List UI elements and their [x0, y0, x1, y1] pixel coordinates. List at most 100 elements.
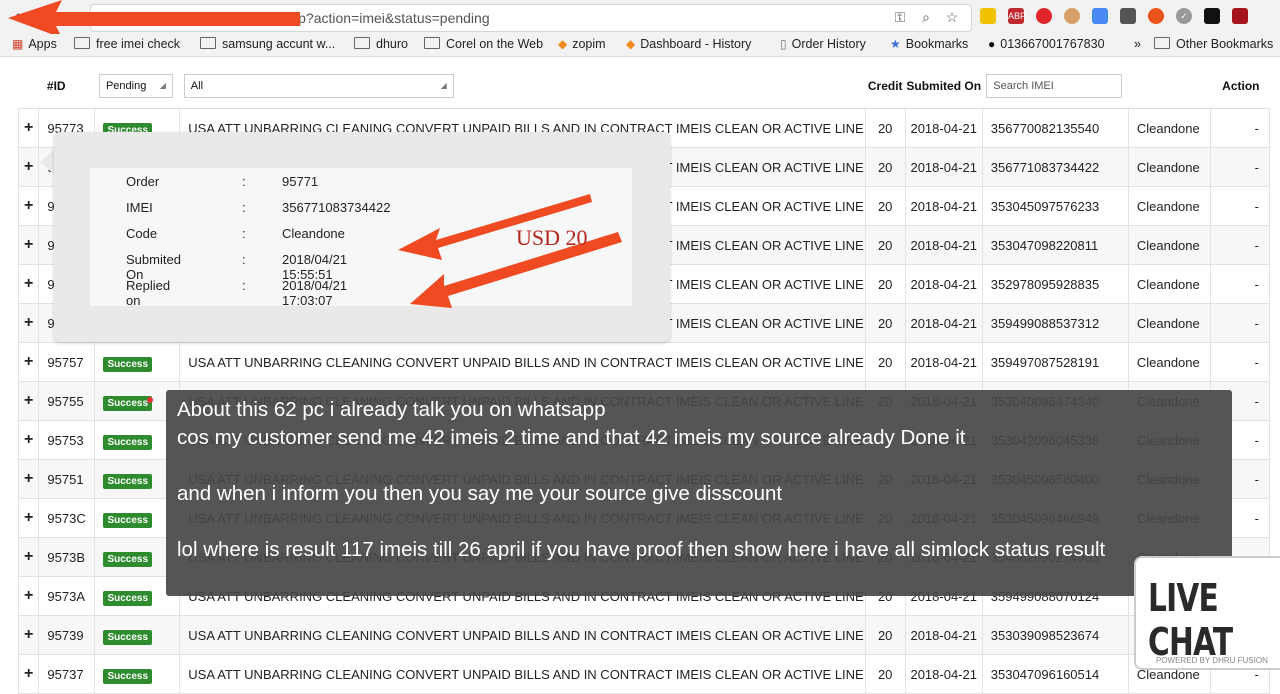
notes-extension-icon[interactable]: [980, 8, 996, 24]
ublock-icon[interactable]: [1232, 8, 1248, 24]
date-cell: 2018-04-21: [904, 108, 983, 148]
table-header-row: #ID Pending ◢ All ◢ Credit Submited On Sea…: [19, 64, 1270, 109]
dropdown-arrow-icon: ◢: [159, 81, 166, 90]
bookmark-folder[interactable]: samsung accunt w...: [200, 37, 335, 51]
imei-cell: 353039098523674: [981, 615, 1129, 655]
folder-icon: [1154, 37, 1170, 49]
red-arrows-annotation: [398, 194, 622, 308]
expand-row-button[interactable]: +: [17, 147, 40, 187]
expand-row-button[interactable]: +: [17, 381, 40, 421]
red-dot-marker: [147, 397, 153, 403]
shield-icon[interactable]: [1204, 8, 1220, 24]
translate-icon[interactable]: [1092, 8, 1108, 24]
page-icon: ▯: [780, 37, 787, 51]
expand-row-button[interactable]: +: [17, 537, 40, 577]
bookmark-link[interactable]: ▯ Order History: [780, 37, 866, 51]
status-badge: Success: [103, 356, 153, 372]
imei-cell: 353045097576233: [981, 186, 1129, 226]
expand-row-button[interactable]: +: [17, 576, 40, 616]
date-cell: 2018-04-21: [904, 147, 983, 187]
expand-row-button[interactable]: +: [17, 264, 40, 304]
bookmark-folder[interactable]: Other Bookmarks: [1154, 37, 1273, 51]
imei-cell: 353047098220811: [981, 225, 1129, 265]
expand-row-button[interactable]: +: [17, 420, 40, 460]
action-cell[interactable]: -: [1209, 342, 1271, 382]
chat-line: lol where is result 117 imeis till 26 ap…: [177, 538, 1106, 561]
folder-icon: [200, 37, 216, 49]
folder-icon: [424, 37, 440, 49]
credit-cell: 20: [864, 264, 906, 304]
powered-by-text: POWERED BY DHRU FUSION: [1156, 656, 1268, 665]
table-row: +95739 Success USA ATT UNBARRING CLEANING …: [17, 615, 1271, 655]
expand-row-button[interactable]: +: [17, 342, 40, 382]
credit-cell: 20: [864, 654, 906, 694]
expand-row-button[interactable]: +: [17, 186, 40, 226]
bookmark-apps[interactable]: ▦ Apps: [12, 37, 57, 51]
code-cell: Cleandone: [1127, 225, 1211, 265]
status-badge: Success: [103, 668, 153, 684]
live-chat-widget[interactable]: LIVE CHAT POWERED BY DHRU FUSION: [1134, 556, 1280, 670]
opera-icon[interactable]: [1036, 8, 1052, 24]
header-submitted: Submited On: [905, 64, 983, 109]
header-id: #ID: [38, 64, 95, 109]
table-row: +95757 Success USA ATT UNBARRING CLEANING …: [17, 342, 1271, 382]
service-name-cell: USA ATT UNBARRING CLEANING CONVERT UNPAI…: [179, 615, 866, 655]
expand-row-button[interactable]: +: [17, 498, 40, 538]
expand-row-button[interactable]: +: [17, 654, 40, 694]
table-row: +95737 Success USA ATT UNBARRING CLEANING …: [17, 654, 1271, 694]
fire-icon[interactable]: [1148, 8, 1164, 24]
cookie-icon[interactable]: [1064, 8, 1080, 24]
bookmark-folder[interactable]: dhuro: [354, 37, 408, 51]
imei-cell: 356770082135540: [981, 108, 1129, 148]
action-cell[interactable]: -: [1209, 186, 1271, 226]
service-filter-select[interactable]: All ◢: [183, 74, 454, 98]
zoom-icon[interactable]: ⌕: [917, 9, 935, 26]
action-cell[interactable]: -: [1209, 303, 1271, 343]
imei-cell: 356771083734422: [981, 147, 1129, 187]
order-id-cell: 9573A: [38, 576, 96, 616]
bookmark-link[interactable]: ● 013667001767830: [988, 37, 1105, 51]
header-action: Action: [1210, 64, 1270, 109]
bookmark-folder[interactable]: free imei check: [74, 37, 180, 51]
expand-row-button[interactable]: +: [17, 108, 40, 148]
action-cell[interactable]: -: [1209, 225, 1271, 265]
check-icon[interactable]: ✓: [1176, 8, 1192, 24]
expand-row-button[interactable]: +: [17, 615, 40, 655]
more-bookmarks-button[interactable]: »: [1134, 37, 1141, 51]
status-badge: Success: [103, 473, 153, 489]
imei-cell: 359497087528191: [981, 342, 1129, 382]
qr-code-icon[interactable]: [1120, 8, 1136, 24]
star-icon[interactable]: ☆: [943, 9, 961, 26]
status-filter-select[interactable]: Pending ◢: [98, 74, 173, 98]
code-cell: Cleandone: [1127, 342, 1211, 382]
order-id-cell: 95751: [38, 459, 96, 499]
code-cell: Cleandone: [1127, 108, 1211, 148]
action-cell[interactable]: -: [1209, 108, 1271, 148]
status-badge: Success: [103, 434, 153, 450]
expand-row-button[interactable]: +: [17, 303, 40, 343]
code-cell: Cleandone: [1127, 186, 1211, 226]
expand-row-button[interactable]: +: [17, 459, 40, 499]
status-cell: Success: [94, 615, 181, 655]
bookmark-link[interactable]: ★ Bookmarks: [890, 37, 968, 51]
credit-cell: 20: [864, 615, 906, 655]
service-name-cell: USA ATT UNBARRING CLEANING CONVERT UNPAI…: [179, 654, 866, 694]
order-id-cell: 95737: [38, 654, 96, 694]
bookmark-link[interactable]: ◆ zopim: [558, 37, 606, 51]
adblock-icon[interactable]: ABP: [1008, 8, 1026, 24]
date-cell: 2018-04-21: [904, 264, 983, 304]
action-cell[interactable]: -: [1209, 264, 1271, 304]
status-badge: Success: [103, 590, 153, 606]
date-cell: 2018-04-21: [904, 654, 983, 694]
bookmark-folder[interactable]: Corel on the Web: [424, 37, 543, 51]
date-cell: 2018-04-21: [904, 303, 983, 343]
search-imei-input[interactable]: Search IMEI: [986, 74, 1123, 98]
credit-cell: 20: [864, 108, 906, 148]
dropdown-arrow-icon: ◢: [440, 81, 447, 90]
imei-cell: 353047096160514: [981, 654, 1129, 694]
credit-cell: 20: [864, 225, 906, 265]
action-cell[interactable]: -: [1209, 147, 1271, 187]
expand-row-button[interactable]: +: [17, 225, 40, 265]
bookmark-link[interactable]: ◆ Dashboard - History: [626, 37, 751, 51]
key-icon[interactable]: ⚿: [891, 9, 909, 26]
